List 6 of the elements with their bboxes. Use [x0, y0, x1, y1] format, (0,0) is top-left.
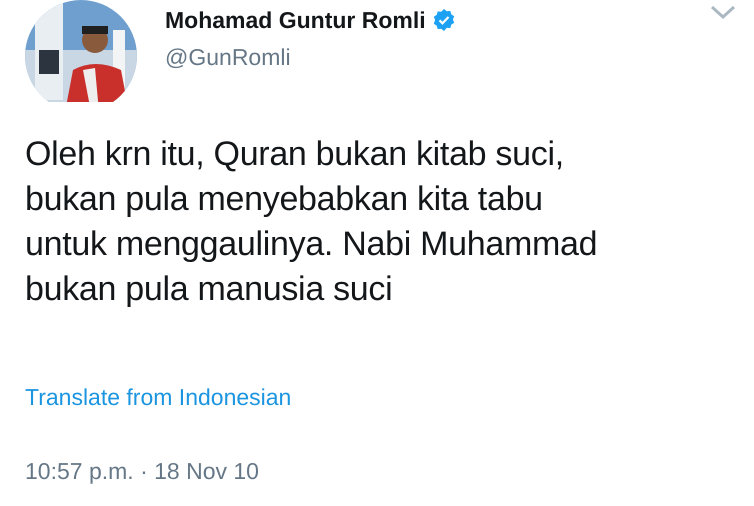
- author-handle: @GunRomli: [165, 43, 292, 71]
- chevron-down-icon[interactable]: [710, 4, 736, 20]
- tweet-timestamp: 10:57 p.m. · 18 Nov 10: [25, 457, 259, 486]
- tweet-text: Oleh krn itu, Quran bukan kitab suci, bukan pula menyebabkan kita tabu untuk menggaulinya. Nabi Muhammad bukan pula manusia suci: [24, 134, 598, 310]
- author-name: Mohamad Guntur Romli: [165, 6, 426, 35]
- translate-link[interactable]: Translate from Indonesian: [25, 382, 292, 412]
